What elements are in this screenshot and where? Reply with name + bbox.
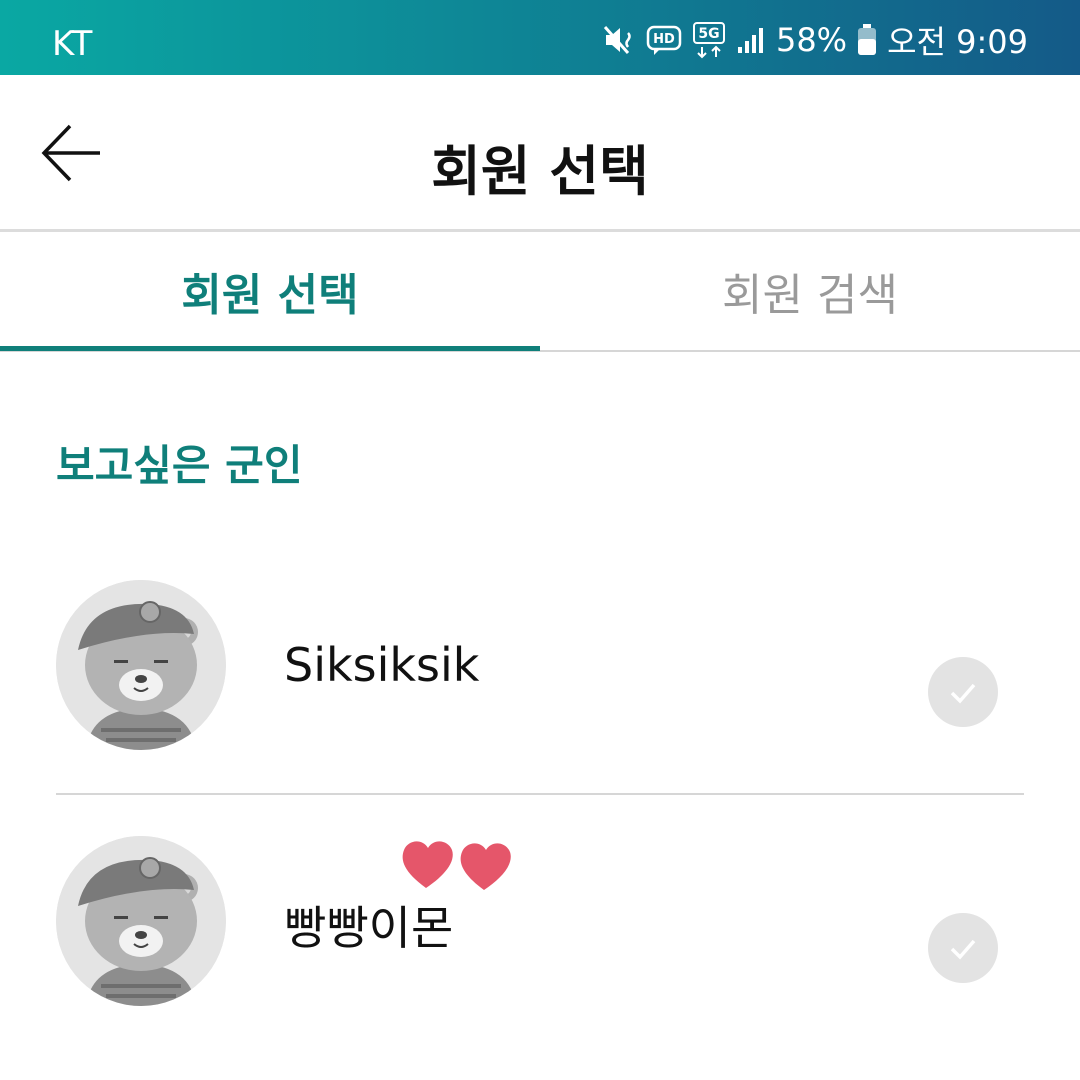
select-check-button[interactable] [928, 657, 998, 727]
status-bar: KT HD 5G 58% 오전 9:09 [0, 0, 1080, 75]
section-title: 보고싶은 군인 [56, 441, 303, 490]
page-title: 회원 선택 [431, 140, 649, 203]
network-label: 5G [698, 26, 719, 42]
check-icon [950, 939, 976, 960]
hearts-icon [402, 841, 511, 890]
signal-icon [737, 28, 763, 53]
tab-member-search[interactable]: 회원 검색 [540, 232, 1080, 350]
mute-vibrate-icon [603, 26, 631, 54]
soldier-bear-avatar [56, 580, 226, 750]
soldier-bear-avatar [56, 836, 226, 1006]
battery-percent: 58% [775, 21, 848, 59]
member-row[interactable]: 빵빵이몬 [0, 794, 1080, 1050]
member-name: 빵빵이몬 [284, 901, 454, 955]
battery-icon [858, 24, 877, 55]
app-header: 회원 선택 [0, 75, 1080, 232]
status-icons: HD 5G 58% 오전 9:09 [602, 20, 1028, 61]
tab-member-select[interactable]: 회원 선택 [0, 232, 540, 350]
hd-label: HD [653, 32, 675, 47]
select-check-button[interactable] [928, 913, 998, 983]
check-icon [950, 683, 976, 704]
hd-voice-icon: HD [646, 25, 682, 55]
member-row[interactable]: Siksiksik [0, 538, 1080, 794]
tab-bar: 회원 선택 회원 검색 [0, 232, 1080, 352]
5g-icon: 5G [692, 22, 725, 59]
carrier-label: KT [52, 24, 93, 64]
clock: 오전 9:09 [887, 23, 1028, 61]
active-tab-indicator [0, 346, 540, 351]
member-name: Siksiksik [284, 638, 480, 692]
